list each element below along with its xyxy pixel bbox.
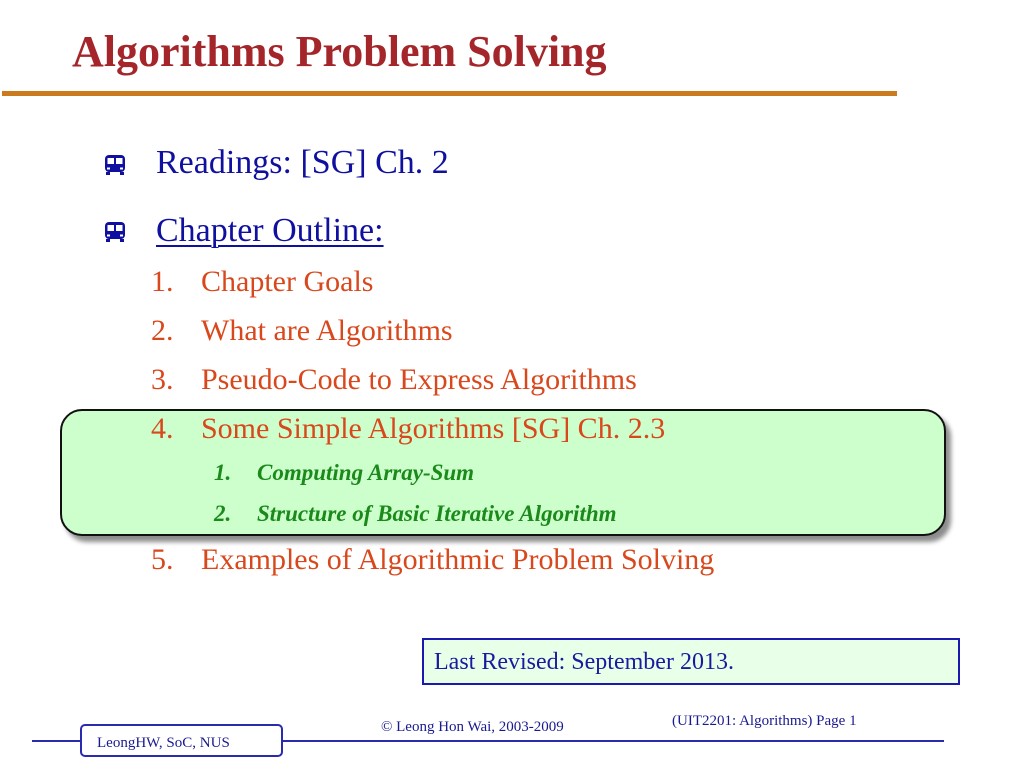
bus-icon <box>105 222 125 242</box>
outline-item-text: Some Simple Algorithms [SG] Ch. 2.3 <box>201 412 666 445</box>
chapter-outline-link[interactable]: Chapter Outline: <box>156 211 384 251</box>
subitem-text: Computing Array-Sum <box>257 460 475 485</box>
subitem-number: 1. <box>214 460 232 485</box>
outline-item-number: 2. <box>151 314 174 347</box>
outline-item-number: 3. <box>151 363 174 396</box>
outline-item-text: Chapter Goals <box>201 265 374 298</box>
last-revised-text: Last Revised: September 2013. <box>434 649 734 675</box>
footer-author-tag: LeongHW, SoC, NUS <box>80 724 283 757</box>
footer-copyright: © Leong Hon Wai, 2003-2009 <box>381 719 564 735</box>
outline-item-text: Pseudo-Code to Express Algorithms <box>201 363 637 396</box>
footer-page-number: (UIT2201: Algorithms) Page 1 <box>672 713 857 729</box>
outline-item-number: 4. <box>151 412 174 445</box>
subitem-text: Structure of Basic Iterative Algorithm <box>257 501 617 526</box>
footer-author-text: LeongHW, SoC, NUS <box>97 735 230 751</box>
last-revised-box: Last Revised: September 2013. <box>422 638 960 685</box>
title-underline-rule <box>2 91 897 96</box>
outline-item-text: What are Algorithms <box>201 314 453 347</box>
outline-item-number: 1. <box>151 265 174 298</box>
outline-item-number: 5. <box>151 543 174 576</box>
outline-item-text: Examples of Algorithmic Problem Solving <box>201 543 715 576</box>
slide-title: Algorithms Problem Solving <box>72 27 607 76</box>
bus-icon <box>105 155 125 175</box>
subitem-number: 2. <box>214 501 232 526</box>
bullet-text: Readings: [SG] Ch. 2 <box>156 144 449 181</box>
